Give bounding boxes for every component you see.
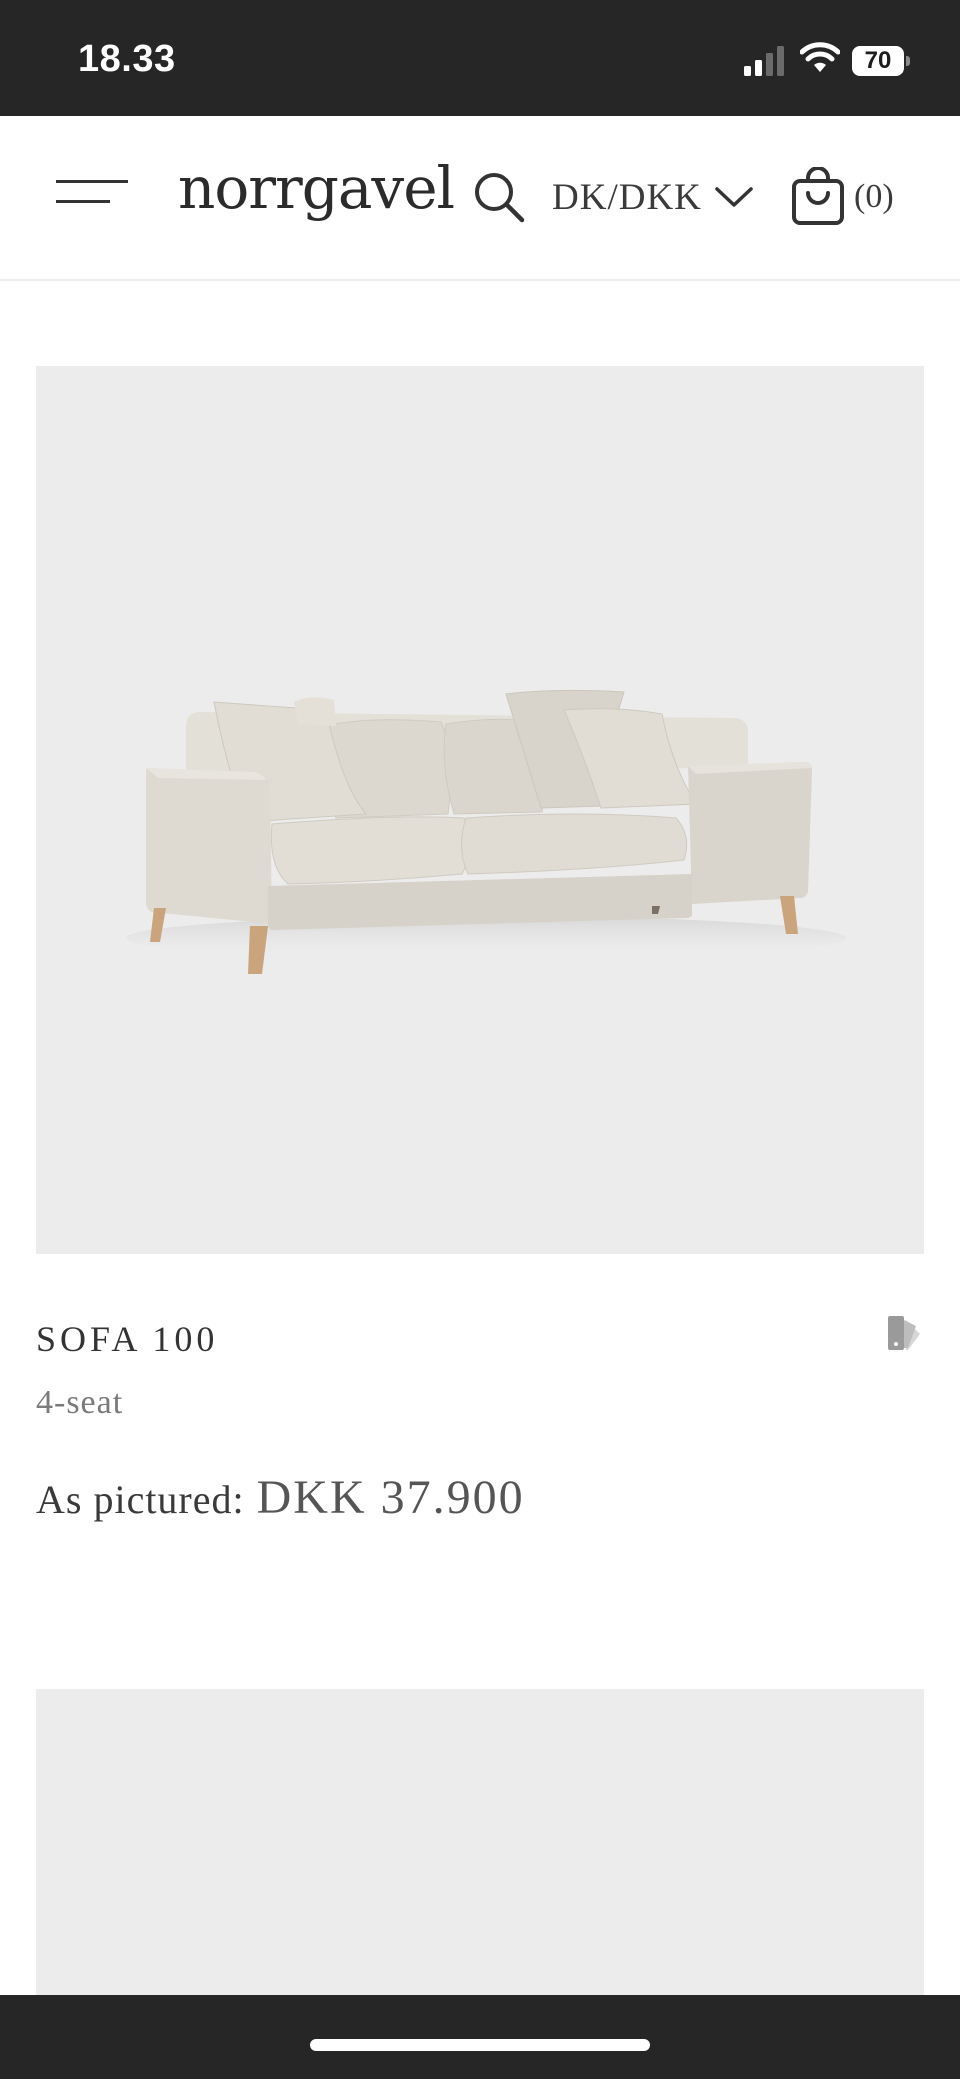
battery-level: 70 bbox=[852, 46, 904, 76]
sofa-image bbox=[126, 689, 846, 974]
cart-count: (0) bbox=[854, 178, 894, 215]
region-selector[interactable]: DK/DKK bbox=[552, 172, 754, 222]
region-label: DK/DKK bbox=[552, 176, 702, 218]
search-button[interactable] bbox=[470, 168, 528, 226]
price-label: As pictured: bbox=[36, 1477, 245, 1522]
shopping-bag-icon bbox=[792, 167, 844, 225]
cart-button[interactable]: (0) bbox=[790, 166, 894, 228]
product-variant: 4-seat bbox=[36, 1384, 124, 1421]
menu-button[interactable] bbox=[52, 174, 132, 214]
status-time: 18.33 bbox=[78, 38, 176, 80]
search-icon bbox=[475, 173, 525, 223]
home-indicator[interactable] bbox=[310, 2039, 650, 2051]
price-row: As pictured: DKK 37.900 bbox=[36, 1470, 525, 1525]
cellular-signal-icon bbox=[744, 46, 784, 76]
price-value: DKK 37.900 bbox=[256, 1471, 525, 1524]
brand-logo[interactable]: norrgavel bbox=[178, 154, 455, 222]
fabric-swatch-icon bbox=[888, 1316, 920, 1350]
chevron-down-icon bbox=[715, 187, 753, 207]
menu-line-top bbox=[56, 180, 128, 183]
battery-indicator: 70 bbox=[852, 46, 910, 76]
site-header: norrgavel DK/DKK (0) bbox=[0, 116, 960, 281]
wifi-icon bbox=[800, 42, 840, 72]
menu-line-bottom bbox=[56, 200, 110, 203]
next-product-image[interactable] bbox=[36, 1689, 924, 1999]
product-image[interactable] bbox=[36, 366, 924, 1254]
battery-tip bbox=[906, 56, 910, 66]
fabric-swatch-button[interactable] bbox=[886, 1314, 924, 1352]
home-indicator-bar bbox=[0, 1995, 960, 2079]
product-title[interactable]: SOFA 100 bbox=[36, 1318, 218, 1360]
status-bar: 18.33 70 bbox=[0, 0, 960, 116]
